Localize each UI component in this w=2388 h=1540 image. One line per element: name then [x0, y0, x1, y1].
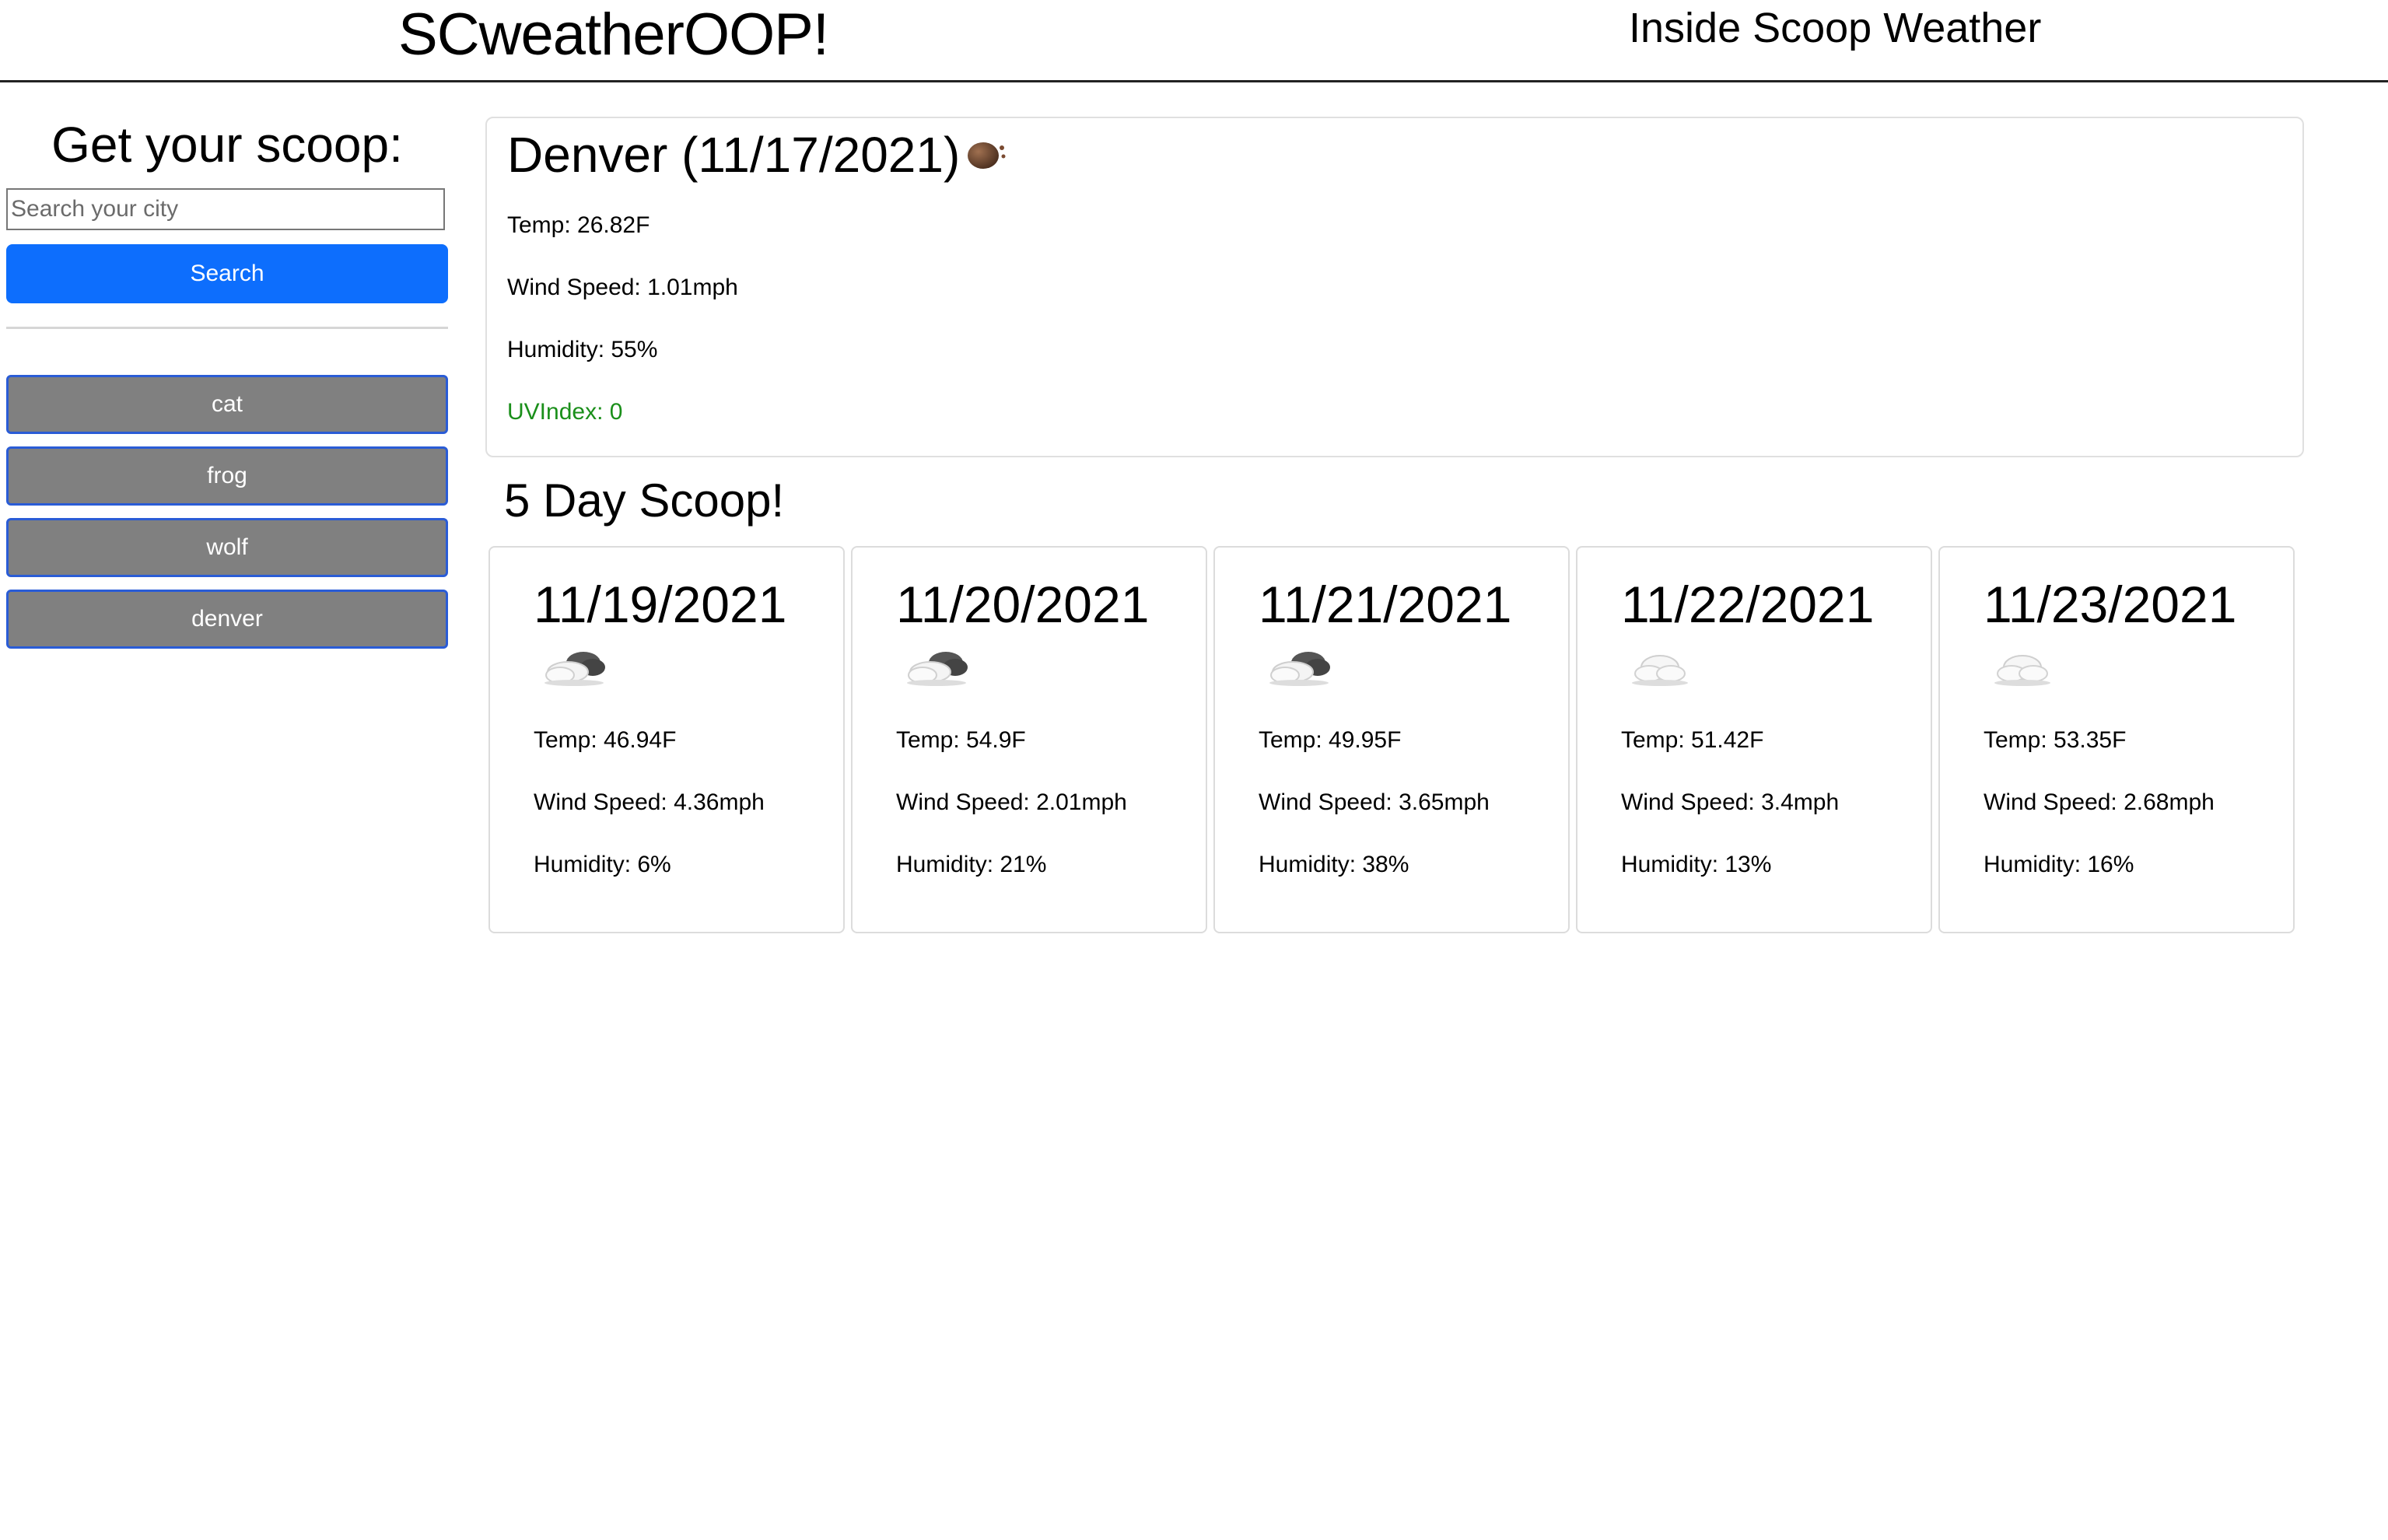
search-heading: Get your scoop: — [51, 117, 403, 173]
current-uv-index: UVIndex: 0 — [507, 399, 623, 425]
forecast-heading: 5 Day Scoop! — [504, 474, 785, 527]
forecast-date: 11/23/2021 — [1984, 576, 2237, 633]
forecast-card: 11/22/2021 Temp: 51.42F Wind Speed: 3.4m… — [1576, 546, 1932, 933]
moon-night-clear-icon — [968, 142, 1006, 169]
history-button-cat[interactable]: cat — [6, 375, 448, 434]
sidebar-divider — [6, 327, 448, 329]
forecast-temp: Temp: 46.94F — [534, 727, 677, 753]
history-button-wolf[interactable]: wolf — [6, 518, 448, 577]
forecast-date: 11/19/2021 — [534, 576, 787, 633]
forecast-wind: Wind Speed: 2.01mph — [896, 789, 1127, 815]
forecast-card: 11/19/2021 Temp: 46.94F Wind Speed: 4.36… — [488, 546, 845, 933]
forecast-wind: Wind Speed: 3.65mph — [1259, 789, 1490, 815]
forecast-wind: Wind Speed: 4.36mph — [534, 789, 765, 815]
forecast-humidity: Humidity: 6% — [534, 852, 671, 877]
search-button[interactable]: Search — [6, 244, 448, 303]
forecast-humidity: Humidity: 13% — [1621, 852, 1772, 877]
cloud-icon — [1994, 655, 2050, 686]
forecast-temp: Temp: 53.35F — [1984, 727, 2127, 753]
current-wind: Wind Speed: 1.01mph — [507, 275, 738, 300]
current-humidity: Humidity: 55% — [507, 337, 658, 362]
forecast-humidity: Humidity: 38% — [1259, 852, 1409, 877]
forecast-date: 11/22/2021 — [1621, 576, 1875, 633]
current-weather-card: Denver (11/17/2021) Temp: 26.82F Wind Sp… — [485, 117, 2304, 457]
forecast-card: 11/20/2021 Temp: 54.9F Wind Speed: 2.01m… — [851, 546, 1207, 933]
forecast-wind: Wind Speed: 2.68mph — [1984, 789, 2215, 815]
broken-clouds-icon — [1269, 652, 1330, 686]
forecast-date: 11/21/2021 — [1259, 576, 1512, 633]
forecast-humidity: Humidity: 16% — [1984, 852, 2134, 877]
city-search-input[interactable] — [6, 188, 445, 230]
forecast-temp: Temp: 49.95F — [1259, 727, 1402, 753]
current-temp: Temp: 26.82F — [507, 212, 650, 238]
current-city-title: Denver (11/17/2021) — [507, 127, 961, 183]
site-header: SCweatherOOP! Inside Scoop Weather — [0, 0, 2388, 82]
forecast-card: 11/23/2021 Temp: 53.35F Wind Speed: 2.68… — [1938, 546, 2295, 933]
forecast-temp: Temp: 54.9F — [896, 727, 1026, 753]
forecast-wind: Wind Speed: 3.4mph — [1621, 789, 1840, 815]
forecast-humidity: Humidity: 21% — [896, 852, 1047, 877]
forecast-temp: Temp: 51.42F — [1621, 727, 1764, 753]
broken-clouds-icon — [907, 652, 968, 686]
history-button-frog[interactable]: frog — [6, 446, 448, 506]
history-button-denver[interactable]: denver — [6, 590, 448, 649]
forecast-date: 11/20/2021 — [896, 576, 1150, 633]
broken-clouds-icon — [544, 652, 605, 686]
forecast-card: 11/21/2021 Temp: 49.95F Wind Speed: 3.65… — [1213, 546, 1570, 933]
site-title: SCweatherOOP! — [398, 2, 829, 68]
site-subtitle: Inside Scoop Weather — [1629, 5, 2042, 51]
cloud-icon — [1632, 655, 1688, 686]
